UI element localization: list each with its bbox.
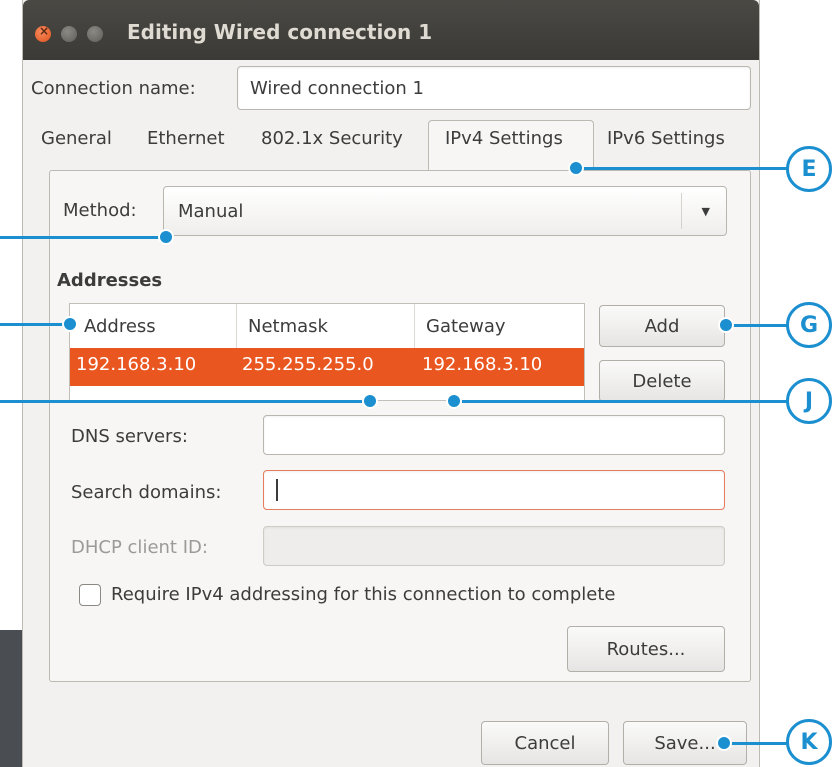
callout-badge-k: K: [786, 719, 832, 765]
callout-line-e: [576, 167, 790, 170]
callout-line-method: [0, 236, 166, 239]
callout-badge-j: J: [786, 378, 832, 424]
maximize-window-icon[interactable]: [87, 26, 103, 42]
method-value: Manual: [178, 200, 244, 222]
callout-line-address: [0, 323, 70, 326]
callout-badge-g: G: [786, 302, 832, 348]
netmask-cell: 255.255.255.0: [242, 354, 374, 375]
edit-connection-dialog: Editing Wired connection 1 Connection na…: [22, 0, 760, 767]
callout-dot-k: [716, 735, 732, 751]
tab-general[interactable]: General: [41, 128, 112, 162]
require-ipv4-label[interactable]: Require IPv4 addressing for this connect…: [111, 584, 615, 605]
search-domains-label: Search domains:: [71, 482, 222, 503]
dropdown-arrow-icon: ▼: [701, 205, 710, 218]
connection-name-input[interactable]: Wired connection 1: [237, 66, 751, 110]
search-domains-input[interactable]: [263, 470, 725, 510]
callout-line-g: [726, 324, 790, 327]
callout-dot-row: [362, 393, 378, 409]
method-select[interactable]: Manual ▼: [163, 186, 727, 236]
text-cursor: [276, 479, 278, 501]
cancel-button[interactable]: Cancel: [481, 721, 609, 765]
method-label: Method:: [63, 200, 137, 221]
require-ipv4-checkbox[interactable]: [79, 584, 101, 606]
column-header-gateway[interactable]: Gateway: [426, 304, 506, 348]
addresses-table[interactable]: Address Netmask Gateway 192.168.3.10 255…: [69, 303, 585, 401]
callout-badge-e: E: [786, 146, 832, 192]
add-button[interactable]: Add: [599, 305, 725, 347]
callout-dot-j: [446, 393, 462, 409]
tab-ethernet[interactable]: Ethernet: [147, 128, 225, 162]
column-separator: [236, 304, 237, 348]
column-header-address[interactable]: Address: [84, 304, 156, 348]
address-cell: 192.168.3.10: [76, 354, 197, 375]
callout-line-k: [724, 742, 790, 745]
callout-line-row: [0, 400, 370, 403]
title-bar: Editing Wired connection 1: [23, 0, 759, 60]
connection-name-value: Wired connection 1: [250, 77, 424, 99]
routes-button[interactable]: Routes...: [567, 626, 725, 672]
table-row[interactable]: 192.168.3.10 255.255.255.0 192.168.3.10: [70, 348, 584, 386]
tab-ipv6-settings[interactable]: IPv6 Settings: [607, 128, 725, 162]
column-header-netmask[interactable]: Netmask: [248, 304, 328, 348]
tab-ipv4-settings[interactable]: IPv4 Settings: [445, 128, 563, 162]
window-title: Editing Wired connection 1: [127, 20, 433, 44]
connection-name-label: Connection name:: [31, 78, 196, 99]
minimize-window-icon[interactable]: [61, 26, 77, 42]
addresses-heading: Addresses: [57, 270, 163, 291]
delete-button[interactable]: Delete: [599, 360, 725, 402]
dhcp-client-id-label: DHCP client ID:: [71, 537, 208, 558]
callout-dot-g: [718, 317, 734, 333]
callout-dot-method: [158, 229, 174, 245]
dns-servers-label: DNS servers:: [71, 426, 188, 447]
combo-separator: [681, 193, 682, 229]
gateway-cell: 192.168.3.10: [422, 354, 543, 375]
dhcp-client-id-input: [263, 526, 725, 566]
tab-802-1x-security[interactable]: 802.1x Security: [261, 128, 403, 162]
close-window-icon[interactable]: [35, 24, 51, 42]
callout-dot-e: [568, 160, 584, 176]
callout-dot-address: [62, 316, 78, 332]
column-separator: [414, 304, 415, 348]
dns-servers-input[interactable]: [263, 415, 725, 455]
callout-line-j: [454, 400, 790, 403]
